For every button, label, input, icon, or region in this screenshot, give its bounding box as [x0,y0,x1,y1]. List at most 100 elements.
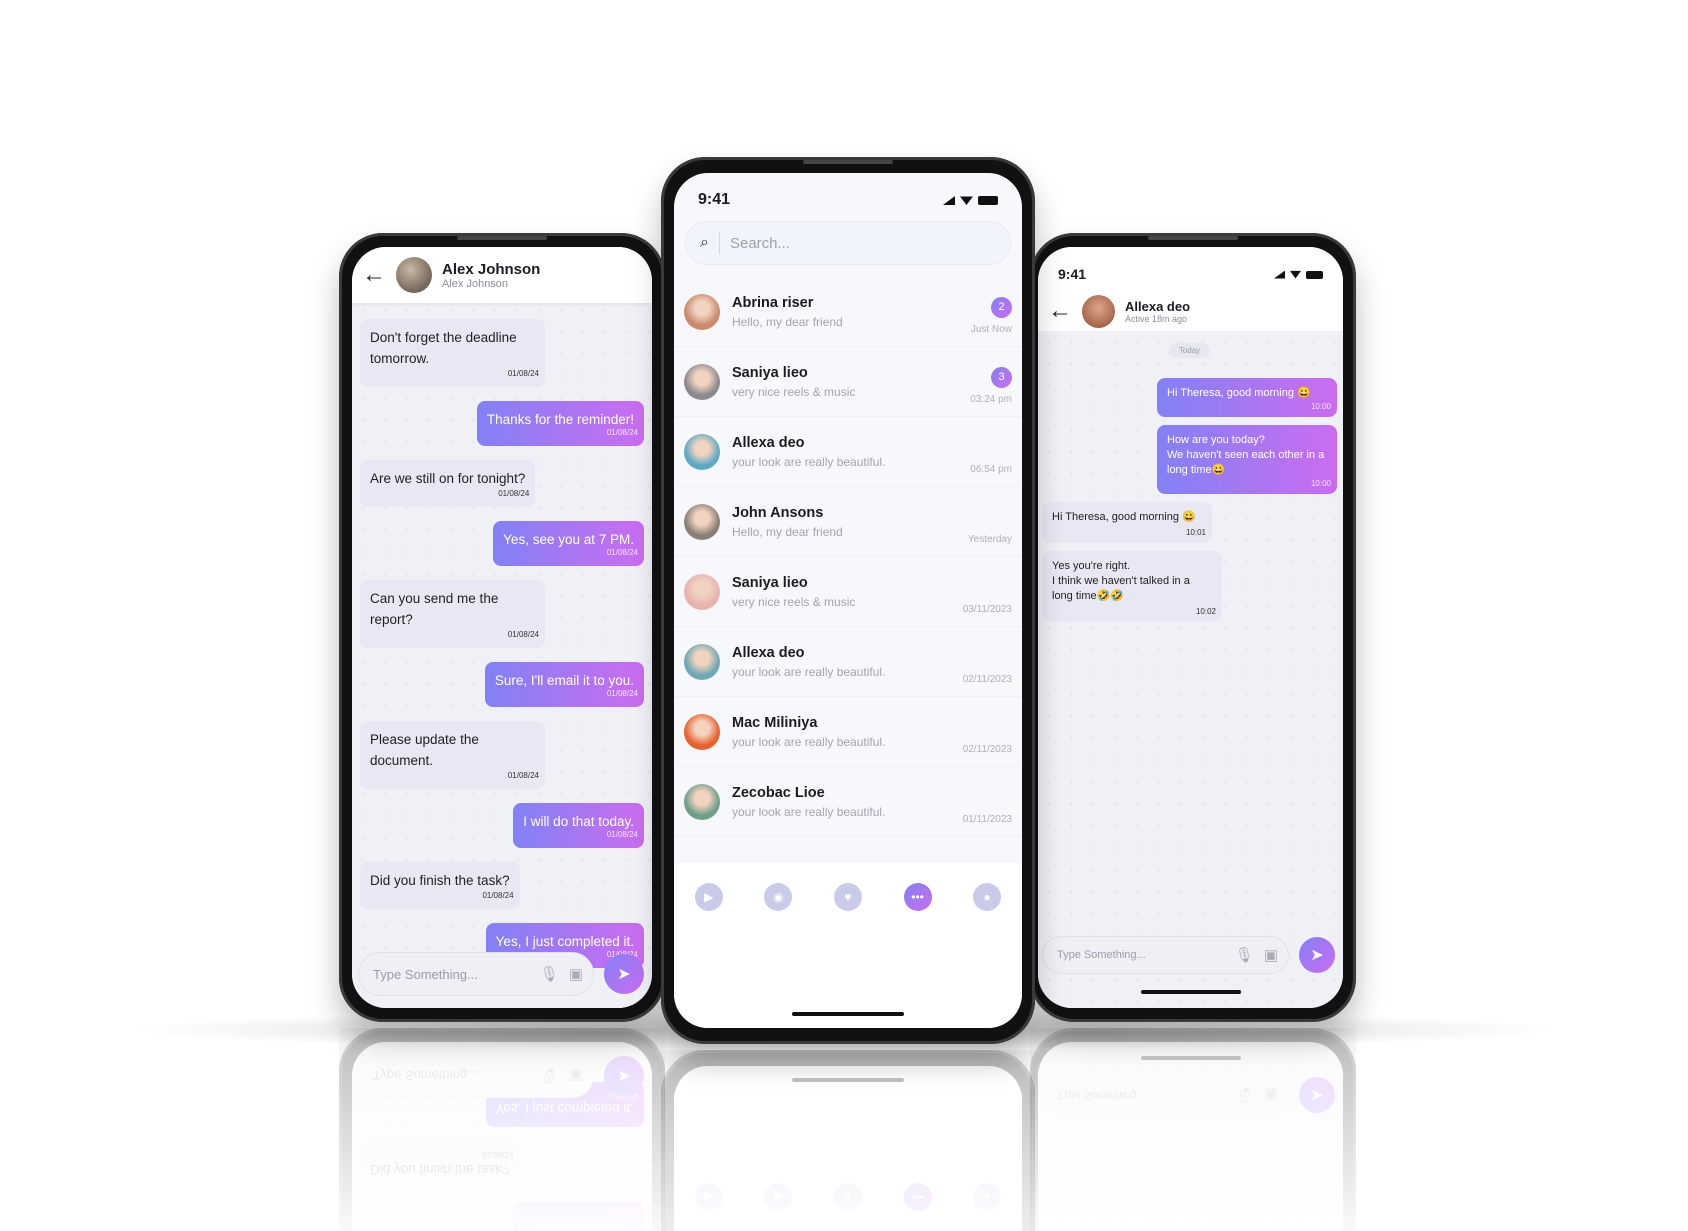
message-time: 10:00 [1310,479,1331,488]
message-preview: very nice reels & music [732,594,856,609]
avatar [684,433,720,470]
conversation-text: Allexa deo your look are really beautiful… [732,435,958,469]
timestamp: Just Now [970,323,1012,335]
message-time: 01/08/24 [507,630,539,639]
profile-icon[interactable]: ● [973,883,1002,911]
outgoing-message: I will do that today. 01/08/24 [513,803,644,848]
conversation-meta: 3 03:24 pm [970,359,1012,405]
message-time: 01/08/24 [507,771,539,780]
chat-list-screen: 9:41 ⌕ Search... Abrina riser Hello, my d… [674,173,1022,1028]
conversation-item[interactable]: Saniya lieo very nice reels & music 3 03:24… [674,347,1022,417]
chat-header: ← Allexa deo Active 18m ago [1038,247,1343,331]
conversation-text: Mac Miliniya your look are really beautif… [732,715,951,749]
microphone-icon[interactable]: 🎙 [1235,946,1254,964]
home-indicator [792,1012,904,1016]
unread-badge: 2 [991,296,1012,318]
message-time: 01/08/24 [606,689,638,698]
timestamp: 03/11/2023 [962,603,1012,615]
avatar [684,503,720,540]
avatar[interactable] [396,257,432,293]
conversation-text: Allexa deo your look are really beautiful… [732,645,951,679]
message-input[interactable]: Type Something... 🎙 ▣ [358,952,594,996]
send-button[interactable]: ➤ [604,954,644,994]
composer: Type Something... 🎙 ▣ ➤ [1042,936,1335,974]
date-divider: Today [1168,343,1211,358]
message-preview: your look are really beautiful. [732,454,886,469]
battery-icon [978,196,998,205]
contact-name: Abrina riser [732,294,814,311]
center-phone: 9:41 ⌕ Search... Abrina riser Hello, my d… [661,157,1035,1044]
home-indicator [1140,990,1241,994]
message-time: 01/08/24 [507,369,539,378]
conversation-meta: Yesterday [968,499,1012,545]
status-bar: 9:41 [1038,261,1343,287]
outgoing-message: Yes, see you at 7 PM. 01/08/24 [493,521,644,566]
contact-name: Saniya lieo [732,364,808,381]
send-button[interactable]: ➤ [1299,937,1335,973]
conversation-item[interactable]: Saniya lieo very nice reels & music 03/11/… [674,557,1022,627]
incoming-message: Hi Theresa, good morning 😀 10:01 [1042,502,1212,543]
message-input[interactable]: Type Something... 🎙 ▣ [1042,936,1289,974]
back-arrow-icon[interactable]: ← [1048,299,1072,323]
bottom-nav: ▶ ◉ ♥ ••• ● [674,863,1022,1028]
live-tv-icon[interactable]: ◉ [764,883,793,911]
send-icon: ➤ [1310,947,1324,964]
image-icon[interactable]: ▣ [1264,946,1278,964]
dating-flame-icon[interactable]: ♥ [833,883,862,911]
timestamp: Yesterday [967,533,1012,545]
avatar [684,573,720,610]
chat-screen-allexa: ← Allexa deo Active 18m ago 9:41 Today H… [1038,247,1343,1008]
conversation-item[interactable]: Mac Miliniya your look are really beautif… [674,697,1022,767]
image-icon[interactable]: ▣ [569,965,583,983]
send-icon: ➤ [617,966,631,983]
incoming-message: Did you finish the task? 01/08/24 [360,862,520,909]
chat-screen-alex: ← Alex Johnson Alex Johnson Don't forget… [352,247,652,1008]
chats-icon[interactable]: ••• [903,883,932,911]
message-time: 01/08/24 [606,428,638,437]
status-icons [1274,270,1323,279]
message-placeholder: Type Something... [373,966,478,982]
conversation-item[interactable]: Allexa deo your look are really beautiful… [674,417,1022,487]
message-preview: your look are really beautiful. [732,664,886,679]
avatar [684,643,720,680]
incoming-message: Can you send me the report? 01/08/24 [360,580,545,648]
message-time: 01/08/24 [482,891,514,900]
outgoing-message: How are you today? We haven't seen each … [1157,425,1337,494]
search-input[interactable]: ⌕ Search... [685,221,1011,265]
conversation-item[interactable]: John Ansons Hello, my dear friend Yesterda… [674,487,1022,557]
conversation-text: Saniya lieo very nice reels & music [732,575,951,609]
message-preview: Hello, my dear friend [732,314,843,329]
signal-icon [1274,270,1285,279]
conversation-item[interactable]: Abrina riser Hello, my dear friend 2 Just N… [674,277,1022,347]
message-time: 10:01 [1185,528,1206,537]
incoming-message: Don't forget the deadline tomorrow. 01/08… [360,319,545,387]
contact-name: John Ansons [732,504,824,521]
message-placeholder: Type Something... [1057,949,1146,961]
timestamp: 01/11/2023 [962,813,1012,825]
wifi-icon [1290,270,1301,279]
message-time: 10:02 [1195,607,1216,616]
incoming-message: Are we still on for tonight? 01/08/24 [360,460,536,507]
conversation-meta: 2 Just Now [971,289,1012,335]
avatar [684,713,720,750]
message-text: Yes you're right. I think we haven't tal… [1052,560,1190,602]
conversation-item[interactable]: Allexa deo your look are really beautiful… [674,627,1022,697]
conversation-text: Zecobac Lioe your look are really beautif… [732,785,951,819]
search-placeholder: Search... [729,234,790,252]
message-preview: your look are really beautiful. [732,804,886,819]
conversation-text: Abrina riser Hello, my dear friend [732,295,959,329]
message-text: Hi Theresa, good morning 😀 [1052,511,1196,523]
conversation-item[interactable]: Zecobac Lioe your look are really beautif… [674,767,1022,837]
avatar [684,363,720,400]
microphone-icon[interactable]: 🎙 [540,965,559,983]
speaker [457,236,547,240]
contact-subtitle: Active 18m ago [1125,313,1188,324]
back-arrow-icon[interactable]: ← [362,263,386,287]
message-preview: very nice reels & music [732,384,856,399]
reels-icon[interactable]: ▶ [694,883,723,911]
message-time: 01/08/24 [498,489,530,498]
unread-badge: 3 [991,366,1012,388]
avatar[interactable] [1082,294,1115,328]
message-list: Today Hi Theresa, good morning 😀 10:00 How… [1038,343,1343,622]
contact-name: Alex Johnson [442,260,541,278]
